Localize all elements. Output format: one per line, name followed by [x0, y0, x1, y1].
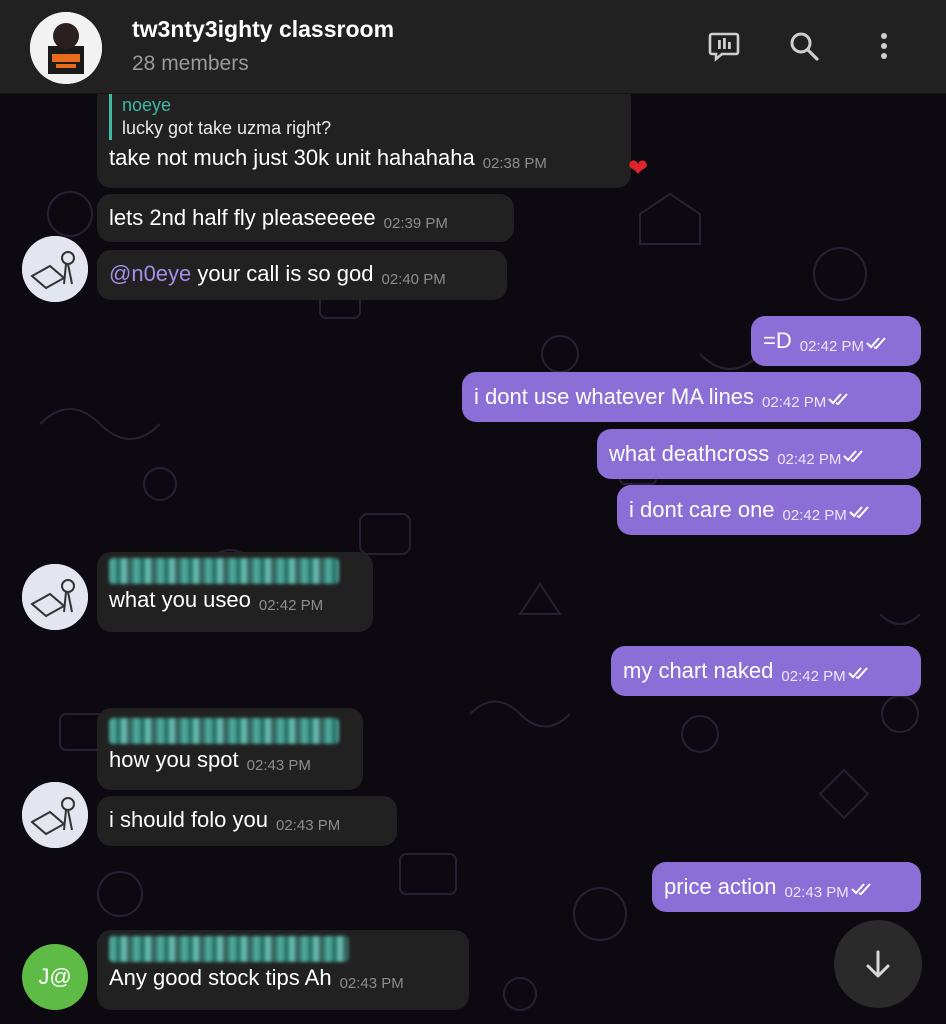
avatar-sketch-icon [22, 782, 88, 848]
message-time: 02:39 PM [383, 215, 448, 232]
message-time: 02:43 PM [784, 884, 849, 901]
chat-header: tw3nty3ighty classroom 28 members [0, 0, 946, 94]
message-time: 02:43 PM [246, 757, 311, 774]
message-text: Any good stock tips Ah [109, 965, 332, 990]
message-text: what deathcross [609, 441, 770, 466]
user-avatar[interactable] [22, 782, 88, 848]
sender-name-redacted [109, 718, 339, 744]
message-text: how you spot [109, 747, 239, 772]
reply-text: lucky got take uzma right? [122, 118, 332, 138]
message-text: i should folo you [109, 807, 268, 832]
message-list[interactable]: noeye lucky got take uzma right? take no… [0, 94, 946, 1024]
message-incoming[interactable]: Any good stock tips Ah 02:43 PM [97, 930, 469, 1010]
sender-name-redacted [109, 936, 349, 962]
message-time: 02:42 PM [799, 338, 864, 355]
scroll-to-bottom-button[interactable] [834, 920, 922, 1008]
reply-preview[interactable]: noeye lucky got take uzma right? [109, 94, 619, 140]
message-outgoing[interactable]: my chart naked 02:42 PM [611, 646, 921, 696]
message-outgoing[interactable]: i dont care one 02:42 PM [617, 485, 921, 535]
message-text: your call is so god [191, 261, 374, 286]
reply-author: noeye [122, 95, 172, 115]
message-time: 02:43 PM [339, 975, 404, 992]
double-check-icon [828, 393, 849, 406]
double-check-icon [843, 450, 864, 463]
message-text: lets 2nd half fly pleaseeeee [109, 205, 376, 230]
message-incoming[interactable]: how you spot 02:43 PM [97, 708, 363, 790]
avatar-sketch-icon [22, 236, 88, 302]
member-count: 28 members [132, 52, 249, 75]
search-button[interactable] [782, 24, 826, 68]
message-outgoing[interactable]: =D 02:42 PM [751, 316, 921, 366]
avatar-sketch-icon [22, 564, 88, 630]
message-time: 02:42 PM [762, 394, 827, 411]
message-time: 02:42 PM [777, 451, 842, 468]
message-text: price action [664, 874, 777, 899]
more-button[interactable] [862, 24, 906, 68]
heart-reaction-icon[interactable]: ❤ [628, 154, 648, 183]
message-incoming[interactable]: @n0eye your call is so god 02:40 PM [97, 250, 507, 300]
message-outgoing[interactable]: price action 02:43 PM [652, 862, 921, 912]
message-text: my chart naked [623, 658, 774, 683]
sender-name-redacted [109, 558, 339, 584]
message-incoming[interactable]: what you useo 02:42 PM [97, 552, 373, 632]
double-check-icon [851, 883, 871, 896]
arrow-down-icon [866, 950, 890, 978]
message-text: i dont use whatever MA lines [474, 384, 755, 409]
search-icon [790, 32, 819, 61]
message-text: take not much just 30k unit hahahaha [109, 145, 475, 170]
message-time: 02:42 PM [782, 507, 847, 524]
poll-icon [708, 32, 740, 62]
message-incoming[interactable]: i should folo you 02:43 PM [97, 796, 397, 846]
double-check-icon [866, 337, 886, 350]
user-mention[interactable]: @n0eye [109, 261, 191, 286]
chat-title[interactable]: tw3nty3ighty classroom [132, 16, 394, 43]
message-incoming[interactable]: lets 2nd half fly pleaseeeee 02:39 PM [97, 194, 514, 242]
message-text: =D [763, 328, 792, 353]
avatar-initials: J@ [38, 964, 72, 989]
message-time: 02:38 PM [482, 155, 547, 172]
double-check-icon [849, 506, 869, 519]
double-check-icon [847, 667, 868, 680]
more-vertical-icon [881, 33, 887, 59]
user-avatar[interactable]: J@ [22, 944, 88, 1010]
message-time: 02:42 PM [258, 597, 324, 614]
poll-button[interactable] [702, 24, 746, 68]
message-time: 02:42 PM [781, 668, 846, 685]
user-avatar[interactable] [22, 236, 88, 302]
message-text: what you useo [109, 587, 251, 612]
message-time: 02:43 PM [276, 817, 341, 834]
message-incoming[interactable]: noeye lucky got take uzma right? take no… [97, 94, 631, 188]
message-text: i dont care one [629, 497, 775, 522]
group-avatar[interactable] [30, 12, 102, 84]
message-outgoing[interactable]: what deathcross 02:42 PM [597, 429, 921, 479]
message-time: 02:40 PM [381, 271, 446, 288]
user-avatar[interactable] [22, 564, 88, 630]
message-outgoing[interactable]: i dont use whatever MA lines 02:42 PM [462, 372, 921, 422]
